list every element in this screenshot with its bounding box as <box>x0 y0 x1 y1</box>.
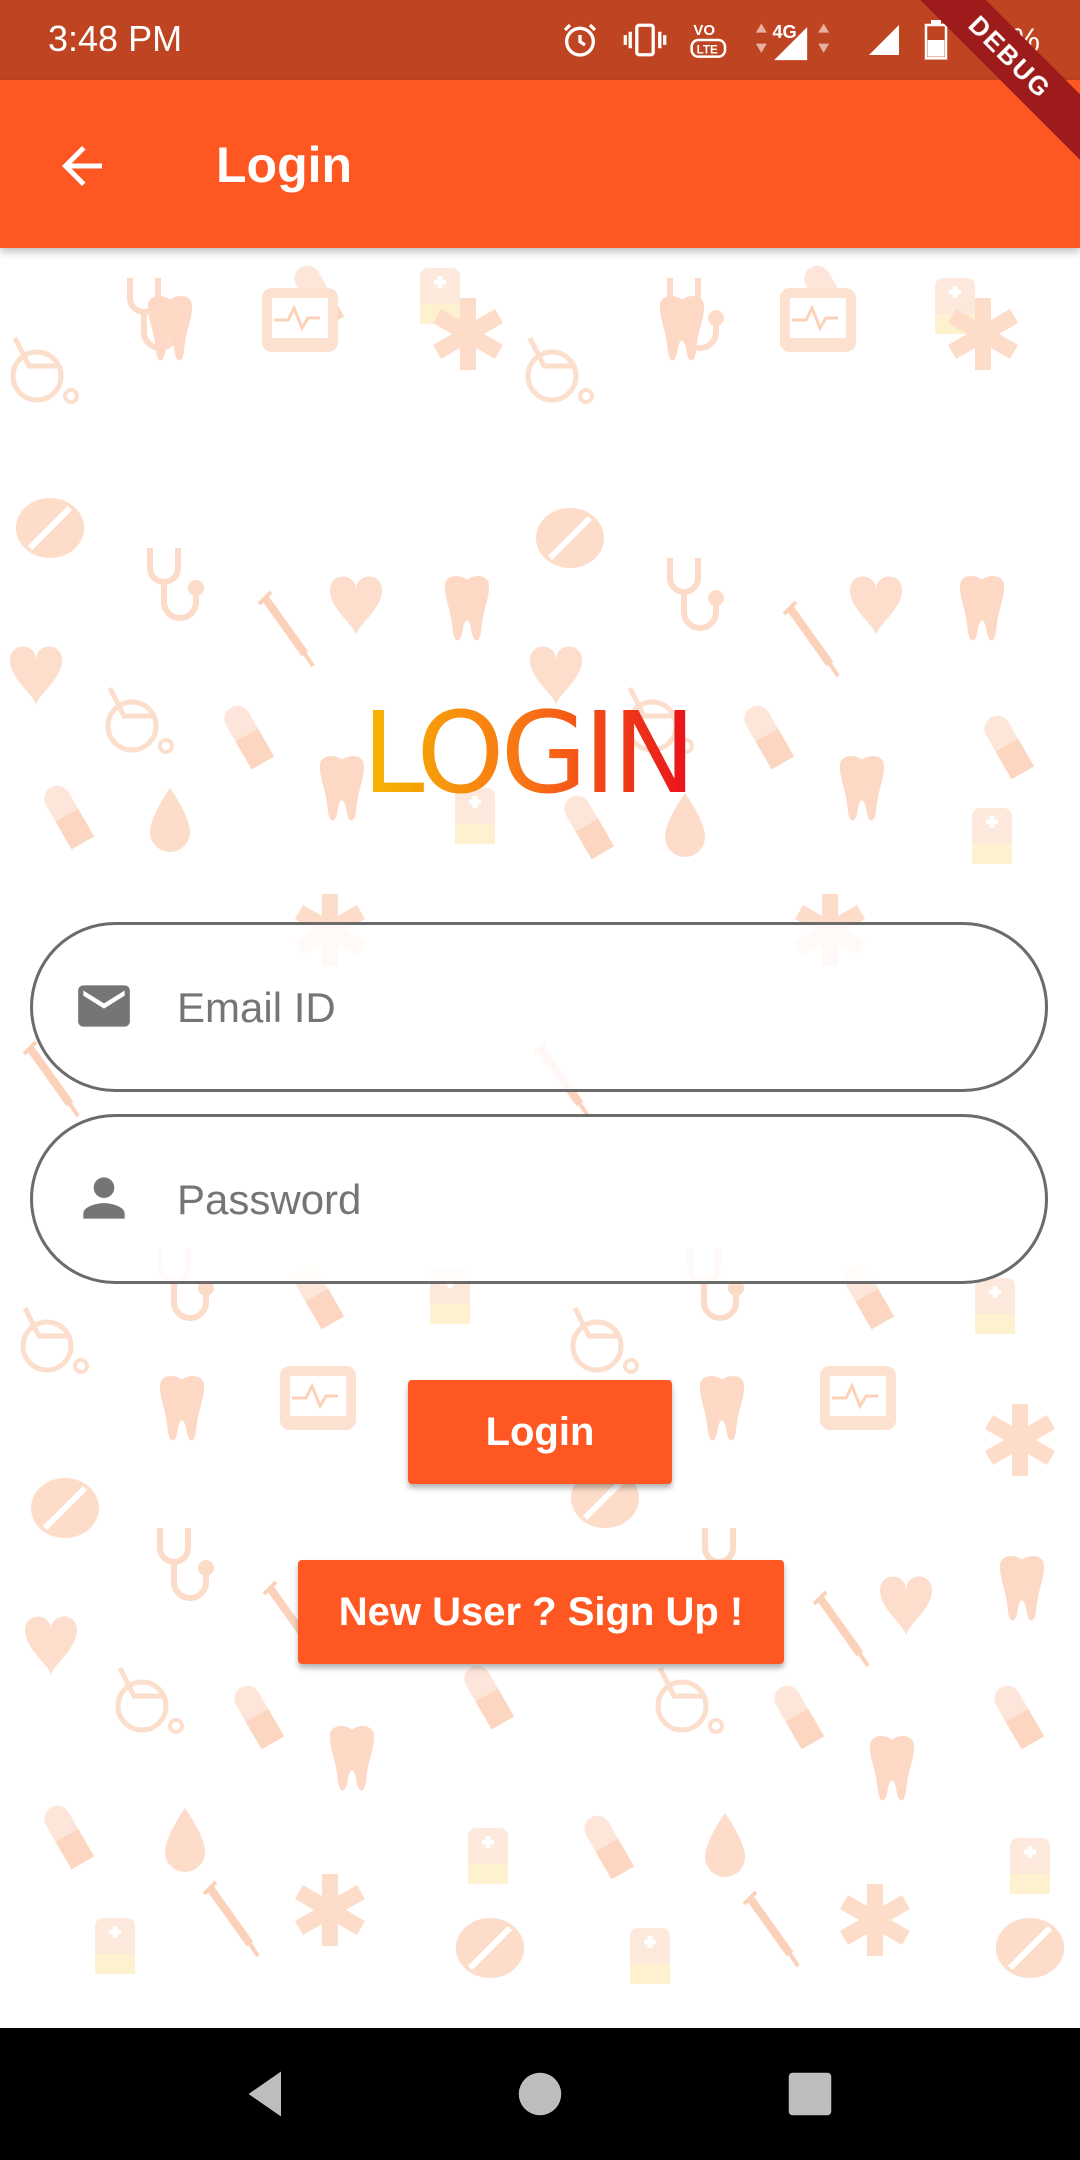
nav-back-button[interactable] <box>236 2064 296 2124</box>
arrow-back-icon <box>62 146 102 186</box>
signup-button[interactable]: New User ? Sign Up ! <box>298 1560 784 1664</box>
home-circle-icon <box>518 2072 562 2116</box>
password-field[interactable] <box>30 1114 1048 1284</box>
volte-icon: VO LTE <box>690 22 727 58</box>
svg-text:LTE: LTE <box>697 43 718 56</box>
person-icon <box>73 1167 135 1229</box>
email-input[interactable] <box>175 967 999 1049</box>
logo-text: LOGIN <box>362 700 692 810</box>
4g-signal-icon: 4G <box>755 21 830 61</box>
back-triangle-icon <box>248 2071 281 2117</box>
signal-icon <box>868 25 899 55</box>
password-input[interactable] <box>175 1159 999 1241</box>
vibrate-icon <box>623 23 667 57</box>
app-bar: Login <box>0 80 1080 248</box>
status-bar: 3:48 PM VOLTE 4G 47% <box>0 0 1080 80</box>
svg-text:VO: VO <box>693 22 715 39</box>
alarm-icon <box>563 23 597 57</box>
battery-icon <box>924 20 948 60</box>
svg-text:4G: 4G <box>772 21 796 42</box>
back-button[interactable] <box>52 136 112 196</box>
page-title: Login <box>216 137 353 193</box>
login-button[interactable]: Login <box>408 1380 672 1484</box>
login-logo: LOGIN <box>360 689 720 819</box>
email-icon <box>73 975 135 1037</box>
nav-home-button[interactable] <box>510 2064 570 2124</box>
email-field[interactable] <box>30 922 1048 1092</box>
nav-recents-button[interactable] <box>780 2064 840 2124</box>
recents-square-icon <box>788 2072 832 2116</box>
navigation-bar <box>0 2028 1080 2160</box>
status-time: 3:48 PM <box>48 18 183 59</box>
